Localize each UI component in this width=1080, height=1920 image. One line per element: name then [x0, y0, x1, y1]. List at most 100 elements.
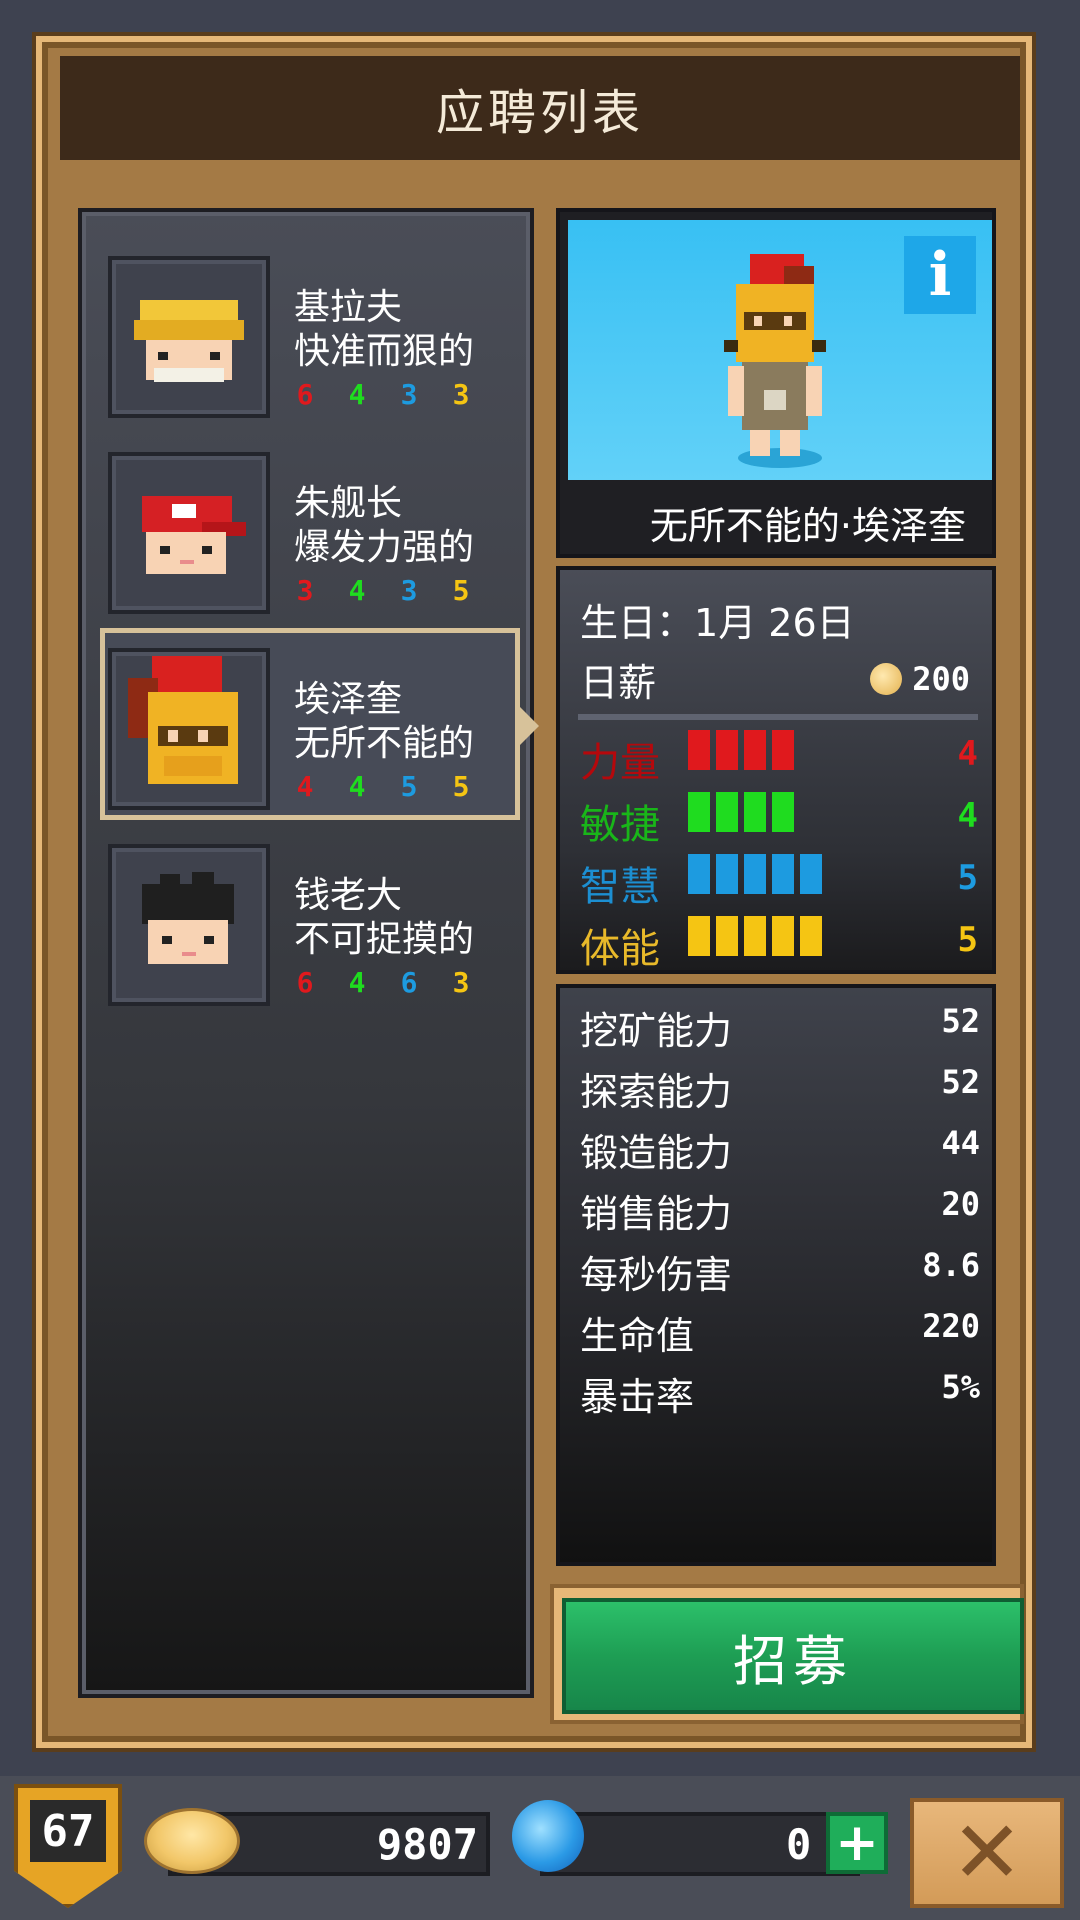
attributes-panel: 生日：1月 26日 日薪 200 力量 4 敏捷 4 智慧 5 体能 5: [556, 566, 996, 974]
info-icon: i: [928, 240, 952, 310]
stat-agility: 4: [348, 574, 366, 607]
gold-amount: 9807: [376, 1820, 478, 1869]
ability-label: 探索能力: [580, 1070, 733, 1114]
ability-value: 52: [941, 1063, 980, 1101]
attribute-bars: [688, 792, 794, 832]
ability-label: 每秒伤害: [580, 1253, 733, 1297]
gold-coin-icon: [870, 663, 903, 695]
attribute-value: 4: [957, 796, 978, 836]
stat-strength: 3: [296, 574, 314, 607]
candidate-trait: 爆发力强的: [294, 527, 475, 568]
ability-value: 44: [941, 1124, 980, 1162]
attribute-label: 敏捷: [580, 802, 660, 848]
black-hair-icon: [142, 872, 234, 964]
birthday-value: 1月 26日: [694, 601, 855, 645]
attribute-row-wisdom: 智慧 5: [560, 854, 1000, 910]
player-level: 67: [30, 1800, 106, 1862]
attribute-label: 体能: [580, 926, 660, 972]
ability-row: 锻造能力 44: [560, 1122, 1000, 1178]
ability-value: 20: [941, 1185, 980, 1223]
ability-row: 暴击率 5%: [560, 1366, 1000, 1422]
candidate-item-selected[interactable]: 埃泽奎 无所不能的 4 4 5 5: [82, 628, 539, 820]
ability-row: 每秒伤害 8.6: [560, 1244, 1000, 1300]
stat-stamina: 5: [452, 574, 470, 607]
stat-wisdom: 6: [400, 966, 418, 999]
close-button[interactable]: ✕: [910, 1798, 1064, 1908]
stat-wisdom: 3: [400, 378, 418, 411]
attribute-bars: [688, 730, 794, 770]
candidate-trait: 快准而狠的: [294, 331, 475, 372]
dialog-title: 应聘列表: [60, 56, 1020, 160]
ability-value: 220: [922, 1307, 980, 1345]
attribute-label: 力量: [580, 740, 660, 786]
ability-value: 8.6: [922, 1246, 980, 1284]
blue-gem-icon: [512, 1800, 584, 1872]
blonde-worker-icon: [134, 300, 244, 382]
ability-row: 生命值 220: [560, 1305, 1000, 1361]
candidate-item[interactable]: 基拉夫 快准而狠的 6 4 3 3: [82, 242, 538, 422]
stat-strength: 6: [296, 378, 314, 411]
stat-strength: 6: [296, 966, 314, 999]
stat-agility: 4: [348, 378, 366, 411]
candidate-portrait: [108, 452, 270, 614]
stat-stamina: 3: [452, 378, 470, 411]
golden-helmet-icon: [128, 656, 238, 784]
candidate-stats: 4 4 5 5: [294, 770, 472, 803]
gold-coins-icon: [144, 1808, 240, 1874]
stat-agility: 4: [348, 966, 366, 999]
recruit-button[interactable]: 招募: [562, 1598, 1024, 1714]
candidate-trait: 不可捉摸的: [294, 919, 475, 960]
ability-label: 生命值: [580, 1314, 695, 1358]
candidate-stats: 3 4 3 5: [294, 574, 472, 607]
hero-preview: i 无所不能的·埃泽奎: [556, 208, 996, 558]
selection-arrow-icon: [517, 704, 539, 748]
ability-label: 销售能力: [580, 1192, 733, 1236]
attribute-label: 智慧: [580, 864, 660, 910]
candidate-stats: 6 4 6 3: [294, 966, 472, 999]
attribute-row-agility: 敏捷 4: [560, 792, 1000, 848]
candidate-stats: 6 4 3 3: [294, 378, 472, 411]
attribute-value: 5: [957, 920, 978, 960]
gem-track: [540, 1812, 860, 1876]
stat-stamina: 5: [452, 770, 470, 803]
stat-wisdom: 5: [400, 770, 418, 803]
candidate-item[interactable]: 钱老大 不可捉摸的 6 4 6 3: [82, 830, 538, 1010]
info-button[interactable]: i: [904, 236, 976, 314]
red-cap-icon: [142, 496, 246, 574]
birthday-row: 生日：1月 26日: [580, 592, 855, 647]
attribute-bars: [688, 916, 822, 956]
attribute-row-stamina: 体能 5: [560, 916, 1000, 972]
ability-label: 暴击率: [580, 1375, 695, 1419]
stat-agility: 4: [348, 770, 366, 803]
candidate-list: 基拉夫 快准而狠的 6 4 3 3 朱舰长 爆发力强的 3 4 3 5 埃泽奎 …: [78, 208, 539, 1698]
hero-scene: i: [568, 220, 992, 480]
candidate-item[interactable]: 朱舰长 爆发力强的 3 4 3 5: [82, 438, 538, 618]
candidate-portrait: [108, 844, 270, 1006]
ability-row: 销售能力 20: [560, 1183, 1000, 1239]
salary-label: 日薪: [580, 661, 657, 705]
gem-amount: 0: [786, 1820, 812, 1869]
add-gems-button[interactable]: +: [826, 1812, 888, 1874]
ability-row: 挖矿能力 52: [560, 1000, 1000, 1056]
candidate-portrait: [108, 256, 270, 418]
candidate-trait: 无所不能的: [294, 723, 475, 764]
attribute-value: 4: [957, 734, 978, 774]
salary-value-group: 200: [870, 660, 970, 698]
candidate-portrait: [108, 648, 270, 810]
stat-stamina: 3: [452, 966, 470, 999]
ability-value: 52: [941, 1002, 980, 1040]
salary-value: 200: [912, 660, 970, 698]
attribute-value: 5: [957, 858, 978, 898]
birthday-label: 生日：: [580, 601, 695, 645]
ability-value: 5%: [941, 1368, 980, 1406]
attribute-row-strength: 力量 4: [560, 730, 1000, 786]
stat-strength: 4: [296, 770, 314, 803]
attribute-bars: [688, 854, 822, 894]
ability-row: 探索能力 52: [560, 1061, 1000, 1117]
hero-title: 无所不能的·埃泽奎: [649, 504, 966, 548]
ability-label: 挖矿能力: [580, 1009, 733, 1053]
ability-label: 锻造能力: [580, 1131, 733, 1175]
divider: [578, 714, 978, 720]
abilities-panel: 挖矿能力 52 探索能力 52 锻造能力 44 销售能力 20 每秒伤害 8.6 生命值 2…: [556, 984, 996, 1566]
stat-wisdom: 3: [400, 574, 418, 607]
